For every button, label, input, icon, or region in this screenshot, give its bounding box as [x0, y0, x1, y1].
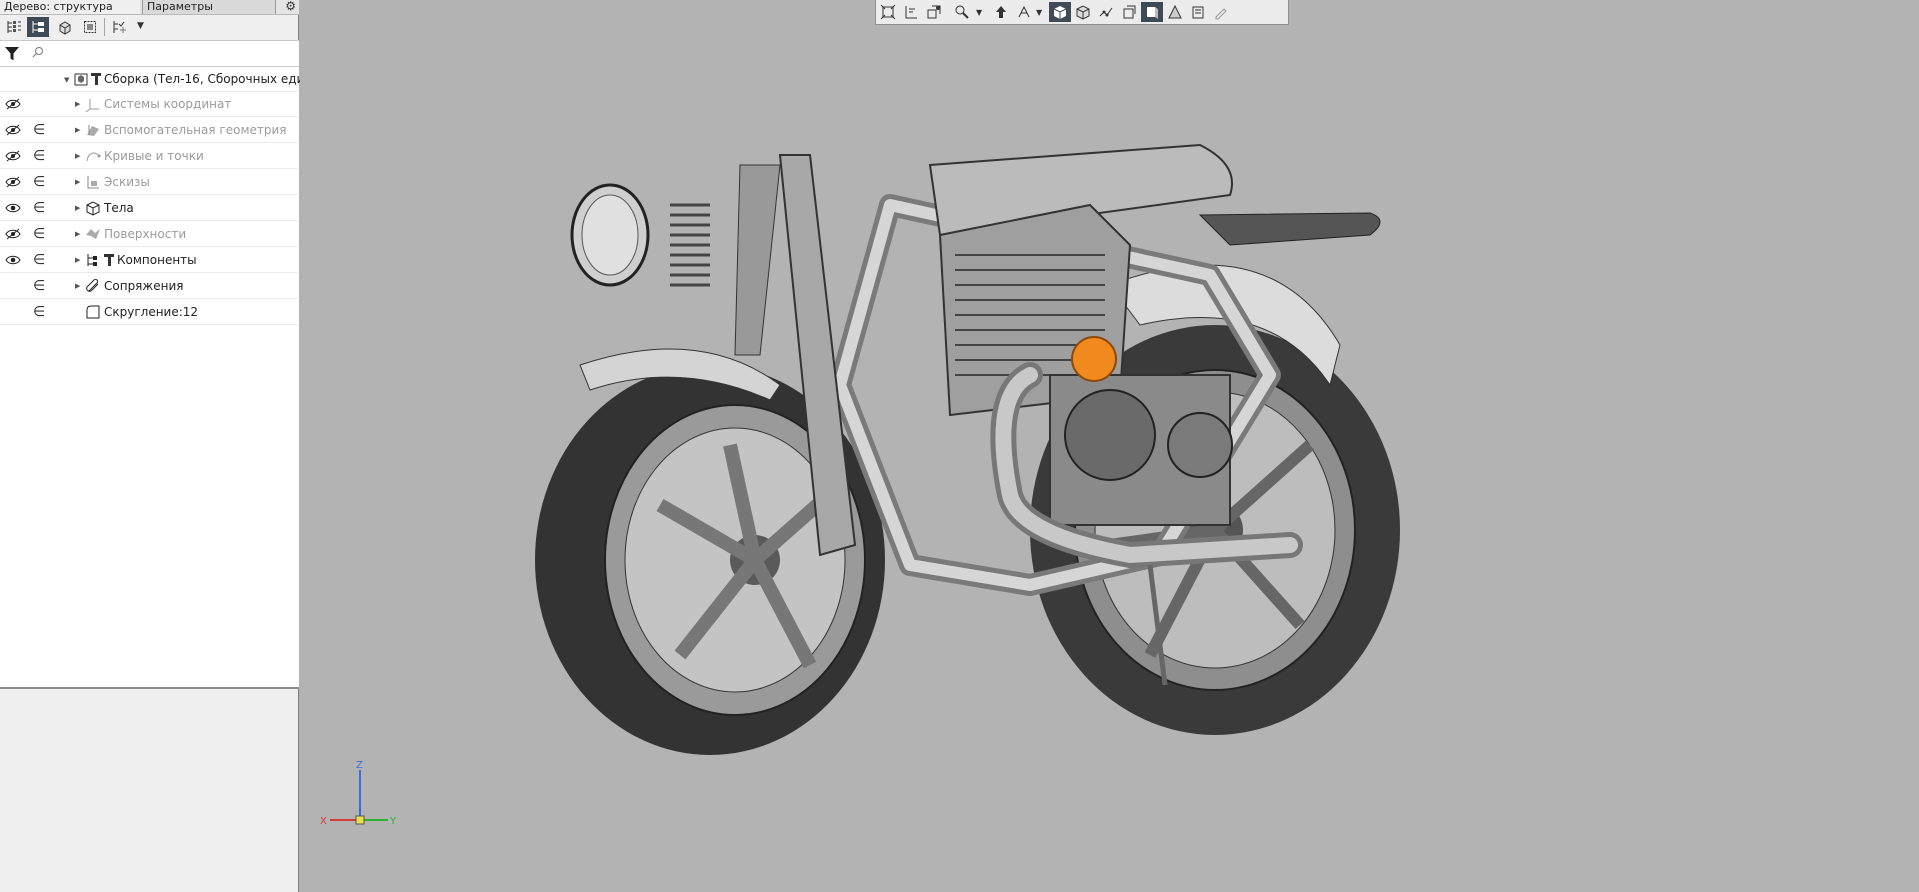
eye-hidden-icon[interactable]	[5, 150, 21, 162]
eye-icon[interactable]	[5, 202, 21, 214]
tree-item-aux-geometry[interactable]: ∈ ▶ Вспомогательная геометрия	[0, 118, 298, 143]
selected-part-highlight[interactable]	[1071, 336, 1117, 382]
include-icon[interactable]: ∈	[33, 120, 45, 140]
tree-root-row[interactable]: ▼ Сборка (Тел-16, Сборочных еди	[0, 67, 304, 92]
view-toolbar: ▼ ▼	[875, 0, 1289, 25]
include-icon[interactable]: ∈	[33, 172, 45, 192]
tree-item-label: Системы координат	[104, 97, 232, 111]
pan-icon[interactable]	[1013, 2, 1035, 22]
perspective-icon[interactable]	[1141, 2, 1163, 22]
tree-item-surfaces[interactable]: ∈ ▶ Поверхности	[0, 222, 298, 247]
tree-item-curves-points[interactable]: ∈ ▶ Кривые и точки	[0, 144, 298, 169]
expand-arrow-icon[interactable]: ▶	[75, 152, 80, 160]
sketches-icon	[87, 176, 99, 189]
include-icon[interactable]: ∈	[33, 250, 45, 270]
curves-points-icon	[86, 152, 101, 162]
expand-arrow-icon[interactable]: ▶	[75, 178, 80, 186]
filter-icon[interactable]	[4, 46, 20, 62]
eye-hidden-icon[interactable]	[5, 98, 21, 110]
shaded-icon[interactable]	[1049, 2, 1071, 22]
expand-arrow-icon[interactable]: ▶	[75, 230, 80, 238]
bodies-icon	[86, 201, 100, 216]
panel-tabs: Дерево: структура Параметры ⚙	[0, 0, 299, 15]
include-icon[interactable]: ∈	[33, 276, 45, 296]
tree-item-coordinate-systems[interactable]: ▶ Системы координат	[0, 92, 298, 117]
axis-x-label: X	[320, 816, 327, 827]
assembly-icon	[74, 73, 88, 86]
component-marker-icon	[104, 254, 114, 266]
dropdown-arrow-icon[interactable]: ▼	[1036, 8, 1042, 17]
aux-geometry-icon	[87, 125, 99, 136]
components-icon	[87, 254, 97, 266]
eye-hidden-icon[interactable]	[5, 176, 21, 188]
bodies-view-icon[interactable]	[54, 17, 76, 37]
expand-arrow-icon[interactable]: ▶	[75, 282, 80, 290]
tree-toolbar: ▼	[0, 15, 299, 41]
measure-icon[interactable]	[900, 2, 922, 22]
include-icon[interactable]: ∈	[33, 302, 45, 322]
axis-triad: Z X Y	[320, 760, 397, 827]
collapse-arrow-icon[interactable]: ▼	[64, 76, 69, 84]
expand-arrow-icon[interactable]: ▶	[75, 126, 80, 134]
eye-hidden-icon[interactable]	[5, 228, 21, 240]
coordinate-systems-icon	[85, 99, 99, 112]
include-icon[interactable]: ∈	[33, 146, 45, 166]
tree-item-sketches[interactable]: ∈ ▶ Эскизы	[0, 170, 298, 195]
surfaces-icon	[86, 229, 100, 239]
tree-item-label: Поверхности	[104, 227, 187, 241]
tree-item-bodies[interactable]: ∈ ▶ Тела	[0, 196, 298, 221]
gear-icon[interactable]: ⚙	[285, 0, 296, 13]
tree-item-label: Компоненты	[117, 253, 197, 267]
dropdown-arrow-icon[interactable]: ▼	[976, 8, 982, 17]
tree-item-components[interactable]: ∈ ▶ Компоненты	[0, 248, 298, 273]
zoom-icon[interactable]	[951, 2, 973, 22]
tree-item-label: Кривые и точки	[104, 149, 204, 163]
axis-y-label: Y	[389, 816, 397, 827]
axis-z-label: Z	[356, 760, 363, 771]
view-orientation-icon[interactable]	[923, 2, 945, 22]
tree-item-label: Тела	[104, 201, 134, 215]
tab-parameters[interactable]: Параметры	[142, 0, 276, 14]
selection-view-icon[interactable]	[79, 17, 101, 37]
section-icon[interactable]	[1118, 2, 1140, 22]
tree-item-label: Сопряжения	[104, 279, 184, 293]
materials-icon[interactable]	[1187, 2, 1209, 22]
tree-item-label: Скругление:12	[104, 305, 199, 319]
include-icon[interactable]: ∈	[33, 224, 45, 244]
tree-item-label: Эскизы	[104, 175, 150, 189]
show-hide-icon[interactable]	[109, 17, 131, 37]
model-tree-panel: Дерево: структура Параметры ⚙ ▼ ▼ Сборка…	[0, 0, 310, 892]
expand-arrow-icon[interactable]: ▶	[75, 100, 80, 108]
mates-icon	[86, 278, 99, 292]
tree-item-label: Вспомогательная геометрия	[104, 123, 287, 137]
tree-root-label: Сборка (Тел-16, Сборочных еди	[104, 72, 305, 86]
tree-by-order-icon[interactable]	[3, 17, 25, 37]
dropdown-arrow-icon[interactable]: ▼	[137, 21, 144, 31]
color-picker-icon[interactable]	[1210, 2, 1232, 22]
tree-search-input[interactable]	[30, 45, 310, 63]
tree-item-mates[interactable]: ∈ ▶ Сопряжения	[0, 274, 298, 299]
3d-model-motorcycle[interactable]	[510, 125, 1510, 775]
wireframe-icon[interactable]	[1095, 2, 1117, 22]
eye-icon[interactable]	[5, 254, 21, 266]
expand-arrow-icon[interactable]: ▶	[75, 204, 80, 212]
3d-viewport[interactable]: ▼ ▼ Z X Y	[300, 0, 1919, 892]
display-mode-icon[interactable]	[1164, 2, 1186, 22]
rotate-icon[interactable]	[990, 2, 1012, 22]
tab-tree-structure[interactable]: Дерево: структура	[0, 0, 140, 14]
include-icon[interactable]: ∈	[33, 198, 45, 218]
model-tree: ▼ Сборка (Тел-16, Сборочных еди ▶ Систем…	[0, 67, 304, 689]
fillet-icon	[86, 305, 100, 319]
tree-by-structure-icon[interactable]	[27, 17, 49, 37]
shaded-edges-icon[interactable]	[1072, 2, 1094, 22]
eye-hidden-icon[interactable]	[5, 124, 21, 136]
zoom-to-fit-icon[interactable]	[877, 2, 899, 22]
expand-arrow-icon[interactable]: ▶	[75, 256, 80, 264]
filter-bar	[0, 41, 310, 67]
tree-item-fillet[interactable]: ∈ Скругление:12	[0, 300, 298, 325]
